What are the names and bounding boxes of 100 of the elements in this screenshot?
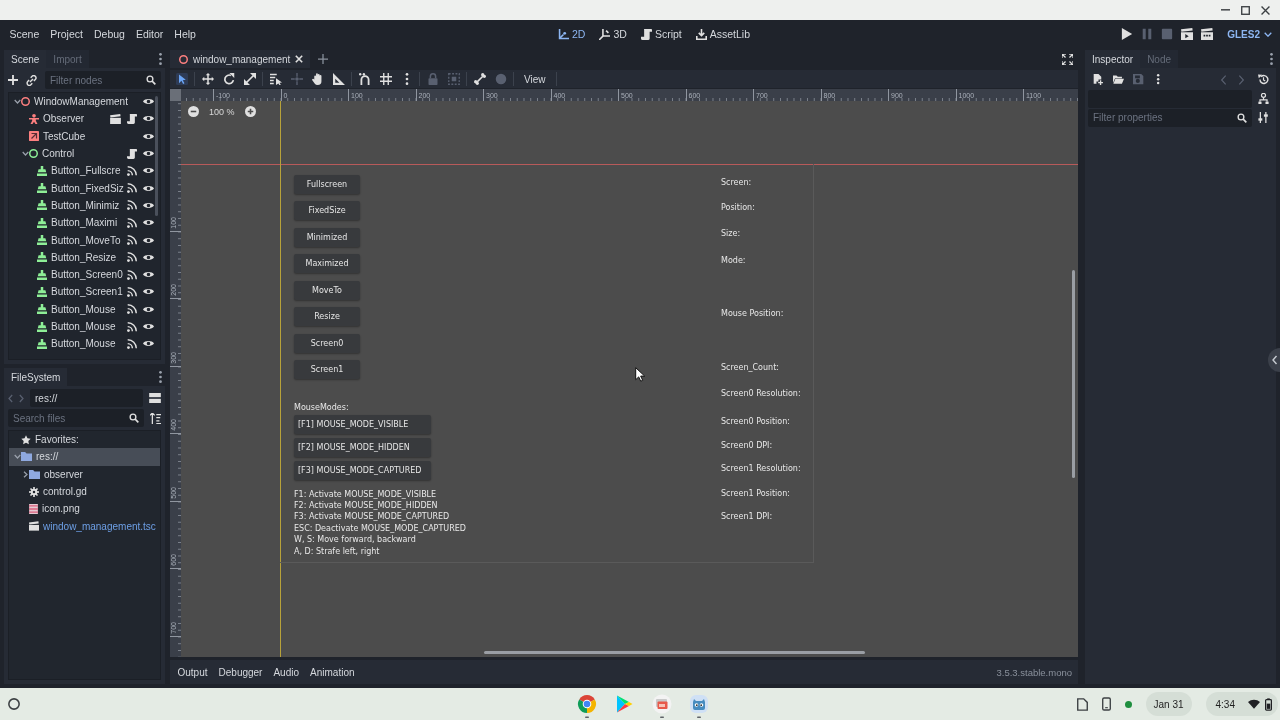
more-icon[interactable]: [159, 53, 162, 65]
scene-button[interactable]: Resize: [294, 307, 360, 327]
play-icon[interactable]: [1121, 28, 1134, 40]
clapper-dots-icon[interactable]: [1201, 28, 1214, 40]
select-arrow-icon[interactable]: [175, 73, 188, 85]
eye-icon[interactable]: [143, 116, 154, 122]
menu-item[interactable]: Help: [168, 25, 202, 43]
signal-icon[interactable]: [127, 304, 137, 315]
signal-icon[interactable]: [127, 200, 137, 211]
view-menu[interactable]: View: [516, 72, 554, 86]
scroll-icon[interactable]: [127, 113, 137, 124]
eye-icon[interactable]: [143, 341, 154, 347]
workspace-button[interactable]: AssetLib: [690, 25, 755, 43]
arch-dots-icon[interactable]: [358, 73, 371, 85]
history-icon[interactable]: [1258, 74, 1269, 85]
eye-icon[interactable]: [143, 254, 154, 260]
menu-item[interactable]: Editor: [130, 25, 169, 43]
minimize-icon[interactable]: [1221, 9, 1230, 11]
tree-item[interactable]: TestCube: [9, 127, 160, 145]
signal-icon[interactable]: [127, 235, 137, 245]
eye-icon[interactable]: [143, 202, 154, 208]
tree-item[interactable]: Button_Screen1: [9, 283, 160, 301]
workspace-button[interactable]: 3D: [594, 25, 632, 43]
signal-icon[interactable]: [127, 321, 137, 332]
bottom-panel-tab[interactable]: Animation: [304, 664, 360, 680]
bottom-panel-tab[interactable]: Output: [172, 664, 214, 680]
rotate-icon[interactable]: [222, 73, 235, 85]
side-panel-handle-icon[interactable]: [1268, 348, 1280, 372]
scroll-icon[interactable]: [127, 148, 137, 159]
eye-icon[interactable]: [143, 220, 154, 226]
zoom-level-button[interactable]: 100 %: [205, 106, 239, 117]
tree-item[interactable]: Button_Resize: [9, 248, 160, 266]
signal-icon[interactable]: [127, 338, 137, 349]
file-item[interactable]: control.gd: [9, 482, 160, 501]
tree-item[interactable]: Observer: [9, 110, 160, 128]
tree-item[interactable]: Button_Screen0: [9, 265, 160, 284]
signal-icon[interactable]: [127, 252, 137, 263]
clapper-icon[interactable]: [110, 113, 121, 124]
more-icon[interactable]: [159, 371, 162, 383]
dock-tab[interactable]: FileSystem: [4, 368, 68, 386]
scene-button[interactable]: Maximized: [294, 254, 360, 274]
ruler-icon[interactable]: [332, 73, 345, 85]
date-button[interactable]: Jan 31: [1145, 692, 1192, 716]
tree-item[interactable]: Button_Fullscre: [9, 162, 160, 180]
clapper-play-icon[interactable]: [1181, 28, 1194, 40]
scrollbar[interactable]: [484, 651, 865, 654]
close-icon[interactable]: [1261, 5, 1270, 15]
node-tree-icon[interactable]: [1258, 93, 1269, 104]
eye-icon[interactable]: [143, 237, 154, 243]
filter-properties-field[interactable]: Filter properties: [1088, 108, 1252, 127]
mouse-mode-button[interactable]: [F1] MOUSE_MODE_VISIBLE: [294, 415, 431, 434]
signal-icon[interactable]: [127, 165, 137, 176]
eye-icon[interactable]: [143, 168, 154, 174]
eye-icon[interactable]: [143, 324, 154, 329]
menu-item[interactable]: Scene: [4, 25, 45, 43]
tree-item[interactable]: Button_Mouse: [9, 300, 160, 318]
eye-icon[interactable]: [143, 289, 154, 295]
filter-nodes-field[interactable]: Filter nodes: [45, 71, 161, 89]
editor-tab[interactable]: window_management: [170, 50, 311, 68]
signal-icon[interactable]: [127, 183, 137, 194]
path-field[interactable]: res://: [30, 389, 143, 407]
sliders-icon[interactable]: [1258, 112, 1269, 123]
eye-icon[interactable]: [143, 306, 154, 312]
menu-item[interactable]: Project: [44, 25, 89, 43]
eye-icon[interactable]: [143, 133, 154, 139]
mouse-mode-button[interactable]: [F2] MOUSE_MODE_HIDDEN: [294, 438, 431, 457]
tree-item[interactable]: Button_Mouse: [9, 317, 160, 336]
scrollbar[interactable]: [1072, 270, 1075, 478]
tree-item[interactable]: Button_Minimiz: [9, 196, 160, 215]
file-item[interactable]: window_management.tsc: [9, 517, 160, 535]
zoom-out-icon[interactable]: [188, 106, 199, 117]
file-item[interactable]: res://: [9, 448, 160, 466]
document-icon[interactable]: [1076, 697, 1088, 711]
tree-item[interactable]: Button_Maximi: [9, 214, 160, 232]
mouse-mode-button[interactable]: [F3] MOUSE_MODE_CAPTURED: [294, 461, 431, 480]
launcher-icon[interactable]: [8, 698, 20, 710]
plus-icon[interactable]: [8, 75, 18, 85]
more-icon[interactable]: [1270, 53, 1273, 65]
status-tray[interactable]: 4:34: [1205, 692, 1278, 716]
tree-item[interactable]: Button_FixedSiz: [9, 179, 160, 197]
scale-arrows-icon[interactable]: [243, 73, 256, 85]
window-stack-app-icon[interactable]: [651, 694, 672, 718]
add-tab-icon[interactable]: [318, 54, 329, 64]
dock-tab[interactable]: Scene: [4, 50, 47, 68]
grid-icon[interactable]: [379, 73, 392, 85]
bottom-panel-tab[interactable]: Audio: [267, 664, 305, 680]
scene-button[interactable]: Fullscreen: [294, 175, 360, 194]
scrollbar[interactable]: [155, 96, 158, 216]
move-arrows-icon[interactable]: [201, 73, 214, 85]
eye-icon[interactable]: [143, 272, 154, 278]
robot-app-icon[interactable]: [689, 694, 710, 718]
file-item[interactable]: Favorites:: [9, 431, 160, 449]
signal-icon[interactable]: [127, 286, 137, 297]
eye-icon[interactable]: [143, 99, 154, 105]
phone-icon[interactable]: [1101, 697, 1111, 711]
scene-button[interactable]: Screen0: [294, 333, 360, 353]
search-files-field[interactable]: Search files: [8, 409, 144, 427]
bone-icon[interactable]: [473, 73, 486, 85]
sort-icon[interactable]: [150, 412, 161, 424]
list-select-icon[interactable]: [269, 73, 282, 85]
